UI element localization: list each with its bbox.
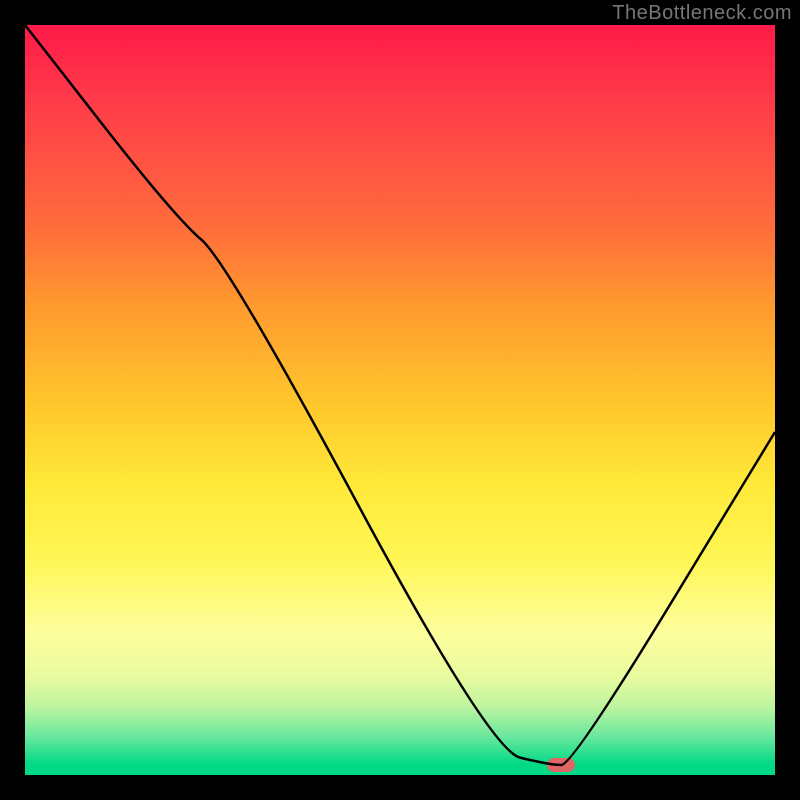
curve-path xyxy=(25,25,775,765)
chart-plot xyxy=(25,25,775,775)
bottleneck-curve xyxy=(25,25,775,775)
stage: TheBottleneck.com xyxy=(0,0,800,800)
attribution-text: TheBottleneck.com xyxy=(612,2,792,25)
